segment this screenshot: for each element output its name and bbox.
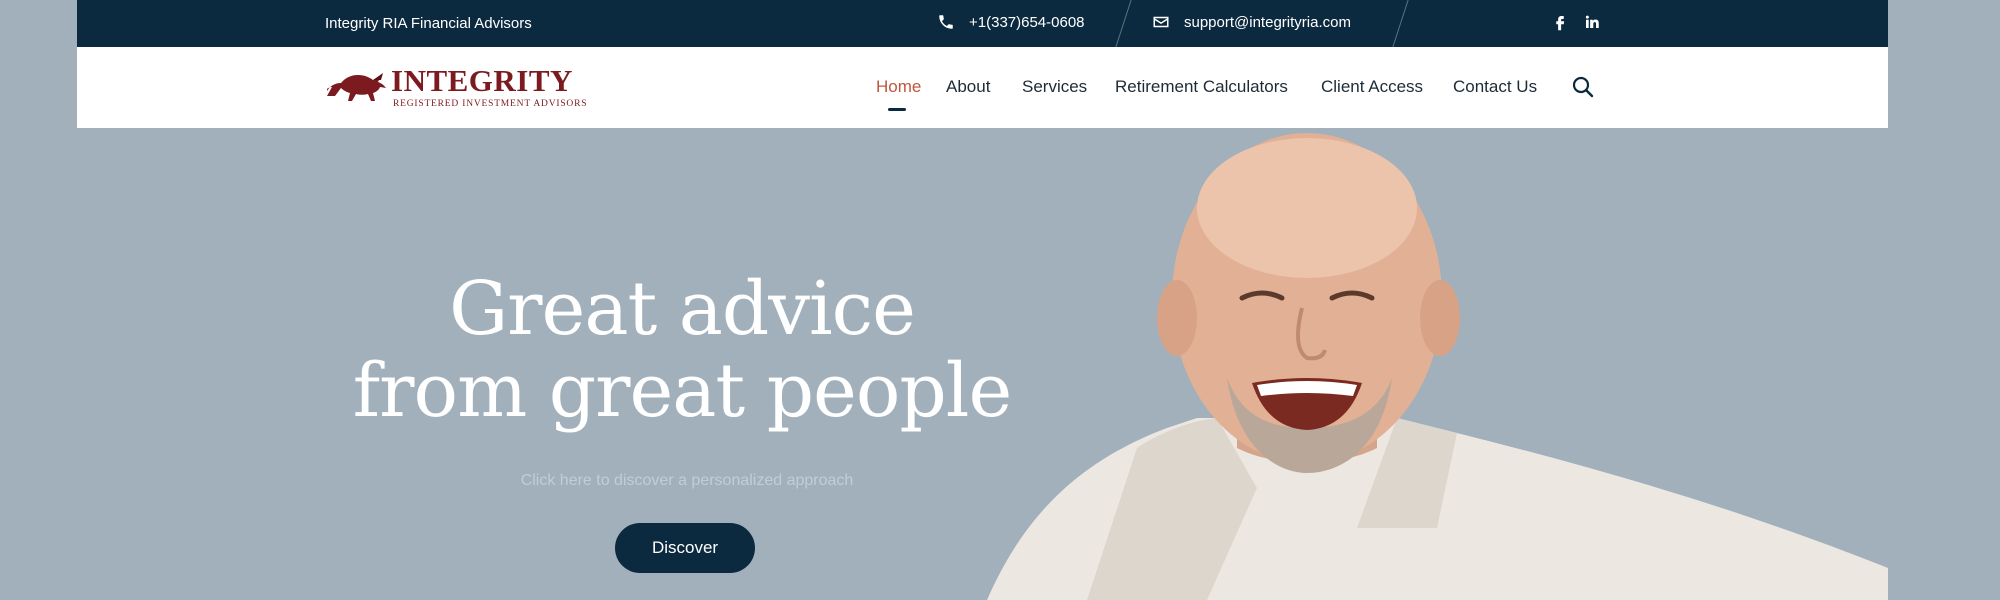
site-logo[interactable]: INTEGRITY REGISTERED INVESTMENT ADVISORS	[323, 63, 588, 113]
nav-item-label: About	[946, 77, 991, 96]
social-links	[1551, 13, 1601, 35]
linkedin-link[interactable]	[1583, 13, 1601, 35]
nav-item-retirement-calculators[interactable]: Retirement Calculators	[1115, 77, 1288, 97]
hero-title-line: Great advice	[449, 266, 916, 352]
nav-item-label: Client Access	[1321, 77, 1424, 96]
email-link[interactable]: support@integrityria.com	[1152, 13, 1351, 31]
linkedin-icon	[1585, 15, 1599, 28]
phone-number: +1(337)654-0608	[969, 13, 1085, 31]
nav-item-label: Contact Us	[1453, 77, 1538, 96]
hero-subtitle: Click here to discover a personalized ap…	[520, 472, 854, 489]
top-bar: Integrity RIA Financial Advisors +1(337)…	[77, 0, 1888, 47]
hero-section: Great advice from great people Click her…	[77, 128, 1888, 600]
nav-item-home[interactable]: Home	[876, 77, 922, 111]
active-indicator	[888, 108, 906, 111]
facebook-icon	[1556, 16, 1565, 31]
nav-item-label: Home	[876, 77, 922, 96]
main-header: INTEGRITY REGISTERED INVESTMENT ADVISORS…	[77, 47, 1888, 128]
logo-tagline: REGISTERED INVESTMENT ADVISORS	[393, 99, 588, 109]
phone-icon	[939, 15, 953, 29]
divider	[1392, 0, 1409, 47]
nav-item-services[interactable]: Services	[1022, 77, 1087, 97]
hero-title-line: from great people	[352, 348, 1012, 434]
divider	[1115, 0, 1132, 47]
search-button[interactable]	[1571, 75, 1595, 104]
envelope-icon	[1153, 16, 1169, 28]
logo-name: INTEGRITY	[391, 63, 573, 98]
nav-item-label: Retirement Calculators	[1115, 77, 1288, 96]
bull-logo-icon	[327, 73, 386, 101]
nav-item-label: Services	[1022, 77, 1088, 96]
nav-item-contact-us[interactable]: Contact Us	[1453, 77, 1537, 97]
search-icon	[1572, 76, 1594, 98]
nav-item-client-access[interactable]: Client Access	[1321, 77, 1423, 97]
email-address: support@integrityria.com	[1184, 13, 1351, 31]
facebook-link[interactable]	[1551, 13, 1569, 35]
phone-link[interactable]: +1(337)654-0608	[937, 13, 1085, 31]
discover-button[interactable]: Discover	[615, 523, 755, 573]
page-frame: Integrity RIA Financial Advisors +1(337)…	[77, 0, 1888, 600]
company-name: Integrity RIA Financial Advisors	[325, 15, 532, 32]
nav-item-about[interactable]: About	[946, 77, 990, 97]
hero-title: Great advice from great people	[317, 268, 1047, 432]
